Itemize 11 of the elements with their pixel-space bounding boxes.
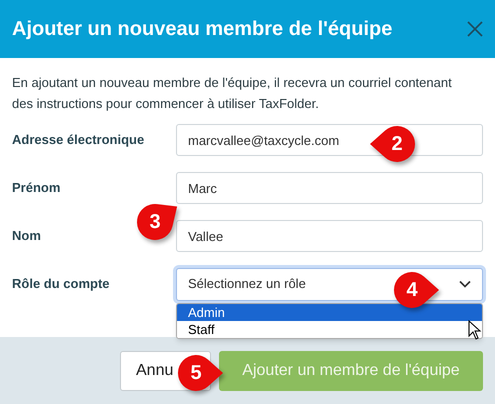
- chevron-down-icon: [459, 280, 471, 288]
- close-icon[interactable]: [467, 21, 483, 37]
- dialog-description: En ajoutant un nouveau membre de l'équipe, il recevra un courriel contenant des instructions pour commencer à utiliser TaxFolder.: [12, 74, 453, 113]
- field-label: Prénom: [12, 179, 62, 198]
- input-field[interactable]: Marc: [176, 172, 483, 204]
- dropdown-option[interactable]: Admin: [177, 304, 482, 320]
- field-label: Adresse électronique: [12, 131, 146, 150]
- field-label: Rôle du compte: [12, 275, 111, 294]
- field-label: Nom: [12, 227, 42, 246]
- input-field[interactable]: Vallee: [176, 220, 483, 252]
- dialog-title: Ajouter un nouveau membre de l'équipe: [12, 17, 392, 42]
